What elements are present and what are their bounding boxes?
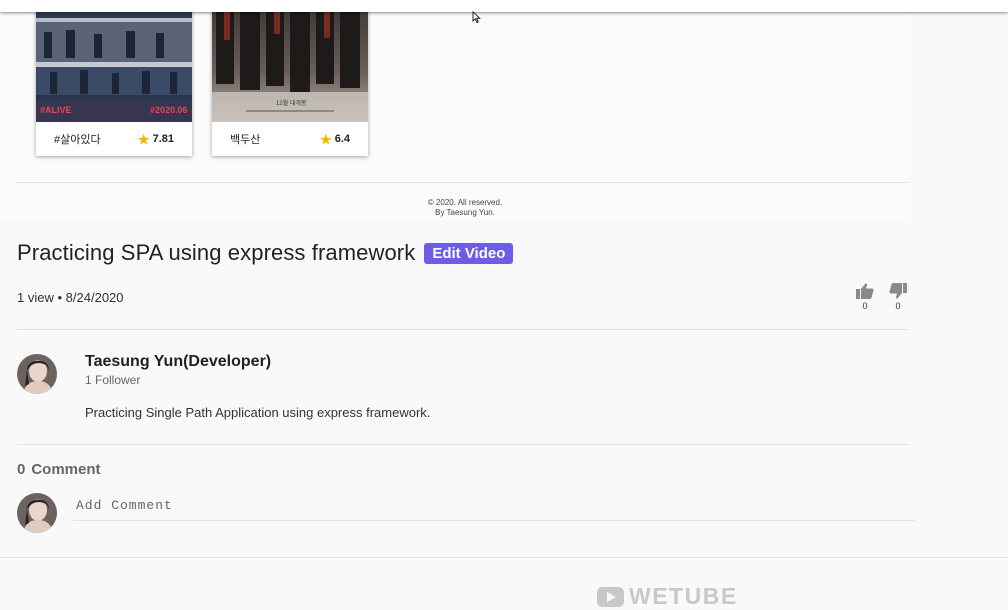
movie-card[interactable]: #ALIVE #2020.06 #살아있다 ★ 7.81 — [36, 0, 192, 156]
youtube-play-icon — [597, 586, 624, 607]
user-avatar — [17, 493, 57, 533]
dislike-button[interactable]: 0 — [889, 283, 907, 311]
poster-text-left: #ALIVE — [40, 105, 72, 115]
movie-poster: #ALIVE #2020.06 — [36, 0, 192, 122]
top-edge — [0, 0, 1008, 12]
movie-poster: 12월 대개봉 — [212, 0, 368, 122]
wetube-logo[interactable]: WETUBE — [597, 583, 738, 610]
rating-value: 6.4 — [334, 133, 350, 145]
meta-separator: • — [57, 290, 63, 305]
comment-count: 0 Comment — [17, 461, 107, 478]
comment-number: 0 — [17, 461, 26, 478]
page-divider — [0, 557, 1008, 558]
embedded-app-frame: #ALIVE #2020.06 #살아있다 ★ 7.81 12월 대개봉 백두산… — [0, 0, 910, 220]
movie-rating: ★ 7.81 — [138, 133, 174, 146]
byline-text: By Taesung Yun. — [435, 208, 495, 217]
edit-video-button[interactable]: Edit Video — [424, 242, 514, 264]
comment-label: Comment — [31, 461, 101, 478]
creator-name[interactable]: Taesung Yun(Developer) — [85, 353, 271, 371]
movie-card[interactable]: 12월 대개봉 백두산 ★ 6.4 — [212, 0, 368, 156]
movie-card-footer: 백두산 ★ 6.4 — [212, 122, 368, 156]
video-title-row: Practicing SPA using express framework E… — [17, 240, 514, 266]
video-title: Practicing SPA using express framework — [17, 240, 416, 265]
poster-text-right: #2020.06 — [150, 105, 188, 115]
view-count: 1 view — [17, 290, 54, 305]
copyright-text: © 2020. All reserved. — [427, 198, 503, 207]
section-divider — [17, 444, 909, 445]
movie-title: #살아있다 — [54, 134, 101, 146]
frame-divider — [16, 182, 909, 183]
follower-count: 1 Follower — [85, 373, 141, 387]
video-meta: 1 view • 8/24/2020 — [17, 290, 124, 305]
star-icon: ★ — [320, 131, 332, 147]
thumbs-down-icon — [889, 283, 907, 299]
creator-avatar[interactable] — [17, 354, 57, 394]
section-divider — [17, 329, 909, 330]
logo-text: WETUBE — [629, 583, 738, 609]
movie-rating: ★ 6.4 — [320, 133, 350, 146]
video-description: Practicing Single Path Application using… — [85, 405, 431, 420]
movie-card-footer: #살아있다 ★ 7.81 — [36, 122, 192, 156]
mouse-cursor-icon — [472, 11, 481, 24]
movie-title: 백두산 — [230, 134, 261, 146]
like-count: 0 — [862, 301, 868, 311]
frame-footer: © 2020. All reserved. By Taesung Yun. — [0, 198, 910, 218]
dislike-count: 0 — [895, 301, 901, 311]
poster-text: 12월 대개봉 — [276, 99, 307, 107]
thumbs-up-icon — [856, 283, 874, 299]
rating-value: 7.81 — [152, 133, 174, 145]
star-icon: ★ — [137, 131, 150, 147]
comment-input[interactable] — [73, 490, 915, 521]
upload-date: 8/24/2020 — [65, 290, 124, 305]
like-button[interactable]: 0 — [856, 283, 874, 311]
